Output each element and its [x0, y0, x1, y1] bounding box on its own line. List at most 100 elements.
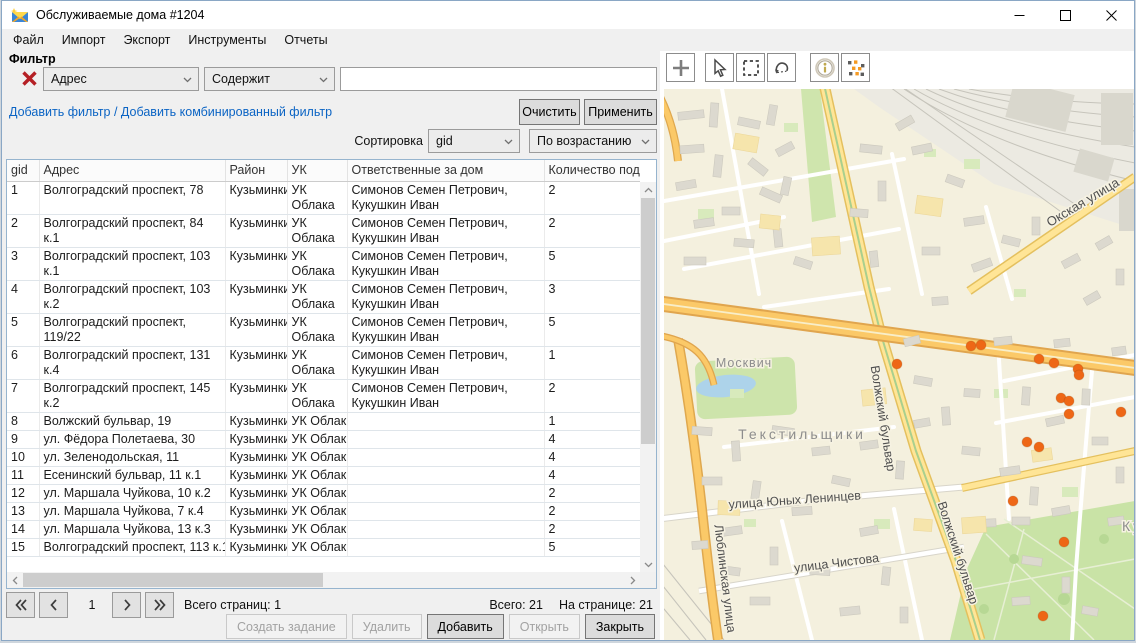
next-page-button[interactable] — [112, 592, 141, 618]
markers-tool-button[interactable] — [841, 53, 870, 82]
cell-uk: УК Облака — [287, 520, 347, 538]
lasso-select-tool-button[interactable] — [767, 53, 796, 82]
menu-file[interactable]: Файл — [4, 30, 53, 50]
cell-address: Волгоградский проспект, 113 к.1 — [39, 538, 225, 556]
cell-count: 2 — [544, 520, 640, 538]
scroll-right-icon[interactable] — [625, 572, 640, 588]
cell-district: Кузьминки — [225, 484, 287, 502]
filter-operator-combo[interactable]: Содержит — [204, 67, 335, 91]
house-marker[interactable] — [1034, 354, 1044, 364]
cell-responsible: Симонов Семен Петрович, Кукушкин Иван — [347, 181, 544, 214]
house-marker[interactable] — [1034, 442, 1044, 452]
cell-gid: 4 — [7, 280, 39, 313]
current-page: 1 — [72, 598, 112, 612]
cell-gid: 6 — [7, 346, 39, 379]
col-district[interactable]: Район — [225, 160, 287, 181]
add-filter-link[interactable]: Добавить фильтр — [9, 105, 111, 119]
house-marker[interactable] — [1074, 370, 1084, 380]
rect-select-tool-button[interactable] — [736, 53, 765, 82]
cell-gid: 5 — [7, 313, 39, 346]
table-row[interactable]: 1Волгоградский проспект, 78КузьминкиУК О… — [7, 181, 640, 214]
col-uk[interactable]: УК — [287, 160, 347, 181]
house-marker[interactable] — [1022, 437, 1032, 447]
prev-page-button[interactable] — [39, 592, 68, 618]
scroll-up-icon[interactable] — [640, 182, 656, 197]
table-row[interactable]: 8Волжский бульвар, 19КузьминкиУК Облака1 — [7, 412, 640, 430]
maximize-button[interactable] — [1042, 1, 1088, 29]
house-marker[interactable] — [1059, 537, 1069, 547]
close-window-button[interactable]: Закрыть — [585, 614, 655, 639]
remove-filter-icon[interactable] — [21, 70, 38, 87]
minimize-button[interactable] — [996, 1, 1042, 29]
add-combined-filter-link[interactable]: Добавить комбинированный фильтр — [121, 105, 332, 119]
menu-import[interactable]: Импорт — [53, 30, 115, 50]
menu-export[interactable]: Экспорт — [114, 30, 179, 50]
sort-direction-combo[interactable]: По возрастанию — [529, 129, 657, 153]
close-button[interactable] — [1088, 1, 1134, 29]
horizontal-scroll-thumb[interactable] — [23, 573, 323, 587]
table-row[interactable]: 15Волгоградский проспект, 113 к.1Кузьмин… — [7, 538, 640, 556]
house-marker[interactable] — [966, 341, 976, 351]
table-row[interactable]: 13ул. Маршала Чуйкова, 7 к.4КузьминкиУК … — [7, 502, 640, 520]
cell-responsible — [347, 430, 544, 448]
table-row[interactable]: 5Волгоградский проспект, 119/22Кузьминки… — [7, 313, 640, 346]
last-page-button[interactable] — [145, 592, 174, 618]
table-row[interactable]: 14ул. Маршала Чуйкова, 13 к.3КузьминкиУК… — [7, 520, 640, 538]
col-gid[interactable]: gid — [7, 160, 39, 181]
table-row[interactable]: 2Волгоградский проспект, 84 к.1Кузьминки… — [7, 214, 640, 247]
house-marker[interactable] — [1064, 409, 1074, 419]
first-page-button[interactable] — [6, 592, 35, 618]
house-marker[interactable] — [976, 340, 986, 350]
apply-button[interactable]: Применить — [584, 99, 657, 125]
col-count[interactable]: Количество под — [544, 160, 640, 181]
menu-tools[interactable]: Инструменты — [179, 30, 275, 50]
cell-address: ул. Маршала Чуйкова, 7 к.4 — [39, 502, 225, 520]
totals: Всего: 21 На странице: 21 — [489, 598, 653, 612]
map[interactable]: Окская улицаМосквичТекстильщикиулица Юны… — [664, 89, 1135, 640]
table-row[interactable]: 12ул. Маршала Чуйкова, 10 к.2КузьминкиУК… — [7, 484, 640, 502]
sort-direction-value: По возрастанию — [537, 134, 631, 148]
sort-field-combo[interactable]: gid — [428, 129, 520, 153]
col-address[interactable]: Адрес — [39, 160, 225, 181]
open-button[interactable]: Открыть — [509, 614, 580, 639]
filter-field-combo[interactable]: Адрес — [43, 67, 199, 91]
clear-button[interactable]: Очистить — [519, 99, 580, 125]
house-marker[interactable] — [892, 359, 902, 369]
cell-uk: УК Облака — [287, 412, 347, 430]
cell-uk: УК Облака — [287, 313, 347, 346]
delete-button[interactable]: Удалить — [352, 614, 422, 639]
col-responsible[interactable]: Ответственные за дом — [347, 160, 544, 181]
add-button[interactable]: Добавить — [427, 614, 504, 639]
create-task-button[interactable]: Создать задание — [226, 614, 347, 639]
table-row[interactable]: 9ул. Фёдора Полетаева, 30КузьминкиУК Обл… — [7, 430, 640, 448]
cell-responsible: Симонов Семен Петрович, Кукушкин Иван — [347, 346, 544, 379]
house-marker[interactable] — [1008, 496, 1018, 506]
house-marker[interactable] — [1049, 358, 1059, 368]
house-marker[interactable] — [1116, 407, 1126, 417]
table-row[interactable]: 6Волгоградский проспект, 131 к.4Кузьминк… — [7, 346, 640, 379]
house-marker[interactable] — [1038, 611, 1048, 621]
crosshair-tool-button[interactable] — [666, 53, 695, 82]
menu-reports[interactable]: Отчеты — [275, 30, 336, 50]
cell-count: 1 — [544, 346, 640, 379]
info-tool-button[interactable] — [810, 53, 839, 82]
table-row[interactable]: 4Волгоградский проспект, 103 к.2Кузьминк… — [7, 280, 640, 313]
select-tool-button[interactable] — [705, 53, 734, 82]
scroll-down-icon[interactable] — [640, 557, 656, 572]
cell-responsible: Симонов Семен Петрович, Кукушкин Иван — [347, 313, 544, 346]
vertical-scrollbar[interactable] — [640, 182, 656, 572]
cell-responsible: Симонов Семен Петрович, Кукушкин Иван — [347, 280, 544, 313]
scroll-left-icon[interactable] — [7, 572, 22, 588]
house-marker[interactable] — [1064, 396, 1074, 406]
cell-address: ул. Маршала Чуйкова, 13 к.3 — [39, 520, 225, 538]
cell-count: 5 — [544, 247, 640, 280]
table-row[interactable]: 10ул. Зеленодольская, 11КузьминкиУК Обла… — [7, 448, 640, 466]
table-row[interactable]: 3Волгоградский проспект, 103 к.1Кузьминк… — [7, 247, 640, 280]
vertical-scroll-thumb[interactable] — [641, 198, 655, 444]
cell-district: Кузьминки — [225, 313, 287, 346]
filter-value-input[interactable] — [340, 67, 657, 91]
table-row[interactable]: 7Волгоградский проспект, 145 к.2Кузьминк… — [7, 379, 640, 412]
table-row[interactable]: 11Есенинский бульвар, 11 к.1КузьминкиУК … — [7, 466, 640, 484]
cell-gid: 8 — [7, 412, 39, 430]
horizontal-scrollbar[interactable] — [7, 572, 640, 588]
